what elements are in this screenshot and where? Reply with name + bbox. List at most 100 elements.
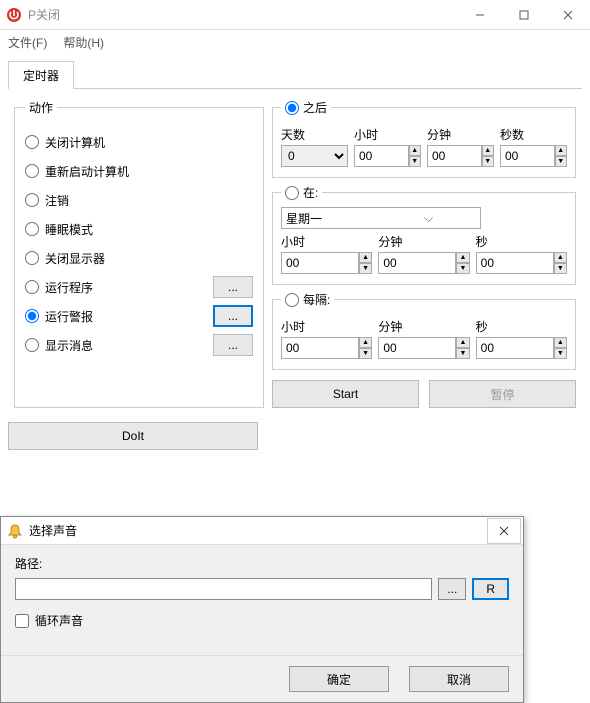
radio-restart[interactable] xyxy=(25,164,39,178)
bell-icon xyxy=(7,523,23,539)
spin-up[interactable]: ▲ xyxy=(456,252,469,263)
menubar: 文件(F) 帮助(H) xyxy=(0,30,590,54)
spin-up[interactable]: ▲ xyxy=(359,337,372,348)
actions-group: 动作 关闭计算机 重新启动计算机 注销 睡眠模式 关闭显示器 运行程序 ... … xyxy=(14,99,264,408)
radio-after[interactable] xyxy=(285,101,299,115)
after-minutes-label: 分钟 xyxy=(427,126,494,143)
spin-down[interactable]: ▼ xyxy=(409,156,422,167)
titlebar: P关闭 xyxy=(0,0,590,30)
every-minutes-label: 分钟 xyxy=(378,318,469,335)
ok-button[interactable]: 确定 xyxy=(289,666,389,692)
path-browse-button[interactable]: ... xyxy=(438,578,466,600)
spin-down[interactable]: ▼ xyxy=(456,263,469,274)
every-legend-text: 每隔: xyxy=(303,291,330,308)
every-hours-input[interactable] xyxy=(281,337,359,359)
spin-up[interactable]: ▲ xyxy=(554,252,567,263)
every-minutes-input[interactable] xyxy=(378,337,456,359)
at-hours-label: 小时 xyxy=(281,233,372,250)
radio-logoff[interactable] xyxy=(25,193,39,207)
cancel-button[interactable]: 取消 xyxy=(409,666,509,692)
pause-button[interactable]: 暂停 xyxy=(429,380,576,408)
sound-dialog: 选择声音 路径: ... R 循环声音 确定 取消 xyxy=(0,516,524,703)
minimize-button[interactable] xyxy=(458,0,502,30)
spin-up[interactable]: ▲ xyxy=(555,145,568,156)
after-seconds-label: 秒数 xyxy=(500,126,567,143)
label-shutdown: 关闭计算机 xyxy=(45,134,253,151)
at-legend-text: 在: xyxy=(303,184,318,201)
label-run-alarm: 运行警报 xyxy=(45,308,213,325)
tab-timer[interactable]: 定时器 xyxy=(8,61,74,89)
browse-program-button[interactable]: ... xyxy=(213,276,253,298)
dialog-titlebar: 选择声音 xyxy=(1,517,523,545)
radio-monitor-off[interactable] xyxy=(25,251,39,265)
after-legend: 之后 xyxy=(281,99,331,116)
every-seconds-label: 秒 xyxy=(476,318,567,335)
after-seconds-input[interactable] xyxy=(500,145,555,167)
after-days-label: 天数 xyxy=(281,126,348,143)
spin-up[interactable]: ▲ xyxy=(482,145,495,156)
menu-file[interactable]: 文件(F) xyxy=(8,34,47,51)
at-minutes-input[interactable] xyxy=(378,252,456,274)
radio-sleep[interactable] xyxy=(25,222,39,236)
after-minutes-input[interactable] xyxy=(427,145,482,167)
every-group: 每隔: 小时 分钟 秒 ▲▼ ▲▼ ▲▼ xyxy=(272,291,576,370)
radio-show-message[interactable] xyxy=(25,338,39,352)
radio-at[interactable] xyxy=(285,186,299,200)
radio-shutdown[interactable] xyxy=(25,135,39,149)
at-seconds-input[interactable] xyxy=(476,252,554,274)
spin-down[interactable]: ▼ xyxy=(456,348,469,359)
every-hours-label: 小时 xyxy=(281,318,372,335)
radio-run-alarm[interactable] xyxy=(25,309,39,323)
app-icon xyxy=(6,7,22,23)
every-seconds-input[interactable] xyxy=(476,337,554,359)
main-panel: 动作 关闭计算机 重新启动计算机 注销 睡眠模式 关闭显示器 运行程序 ... … xyxy=(8,88,582,414)
spin-down[interactable]: ▼ xyxy=(482,156,495,167)
at-hours-input[interactable] xyxy=(281,252,359,274)
chevron-down-icon: ⌵ xyxy=(381,211,476,226)
loop-label: 循环声音 xyxy=(35,612,83,629)
label-sleep: 睡眠模式 xyxy=(45,221,253,238)
browse-message-button[interactable]: ... xyxy=(213,334,253,356)
label-show-message: 显示消息 xyxy=(45,337,213,354)
spin-down[interactable]: ▼ xyxy=(359,263,372,274)
window-title: P关闭 xyxy=(28,6,458,23)
after-group: 之后 天数 小时 分钟 秒数 0 ▲▼ ▲▼ ▲▼ xyxy=(272,99,576,178)
label-logoff: 注销 xyxy=(45,192,253,209)
loop-checkbox[interactable] xyxy=(15,614,29,628)
after-days-input[interactable]: 0 xyxy=(281,145,348,167)
close-button[interactable] xyxy=(546,0,590,30)
doit-button[interactable]: DoIt xyxy=(8,422,258,450)
dialog-title: 选择声音 xyxy=(29,522,487,539)
maximize-button[interactable] xyxy=(502,0,546,30)
weekday-combo[interactable]: 星期一 ⌵ xyxy=(281,207,481,229)
label-run-program: 运行程序 xyxy=(45,279,213,296)
browse-alarm-button[interactable]: ... xyxy=(213,305,253,327)
at-seconds-label: 秒 xyxy=(476,233,567,250)
after-hours-label: 小时 xyxy=(354,126,421,143)
spin-up[interactable]: ▲ xyxy=(554,337,567,348)
radio-run-program[interactable] xyxy=(25,280,39,294)
timing-column: 之后 天数 小时 分钟 秒数 0 ▲▼ ▲▼ ▲▼ 在: 星期一 xyxy=(272,99,576,408)
radio-every[interactable] xyxy=(285,293,299,307)
label-monitor-off: 关闭显示器 xyxy=(45,250,253,267)
menu-help[interactable]: 帮助(H) xyxy=(63,34,104,51)
spin-down[interactable]: ▼ xyxy=(555,156,568,167)
dialog-close-button[interactable] xyxy=(487,518,521,544)
actions-legend: 动作 xyxy=(25,99,57,116)
start-button[interactable]: Start xyxy=(272,380,419,408)
after-hours-input[interactable] xyxy=(354,145,409,167)
spin-down[interactable]: ▼ xyxy=(359,348,372,359)
after-legend-text: 之后 xyxy=(303,99,327,116)
spin-down[interactable]: ▼ xyxy=(554,348,567,359)
weekday-value: 星期一 xyxy=(286,210,381,227)
path-input[interactable] xyxy=(15,578,432,600)
label-restart: 重新启动计算机 xyxy=(45,163,253,180)
path-label: 路径: xyxy=(15,555,509,572)
spin-down[interactable]: ▼ xyxy=(554,263,567,274)
r-button[interactable]: R xyxy=(472,578,509,600)
at-legend: 在: xyxy=(281,184,322,201)
spin-up[interactable]: ▲ xyxy=(456,337,469,348)
spin-up[interactable]: ▲ xyxy=(359,252,372,263)
spin-up[interactable]: ▲ xyxy=(409,145,422,156)
at-minutes-label: 分钟 xyxy=(378,233,469,250)
